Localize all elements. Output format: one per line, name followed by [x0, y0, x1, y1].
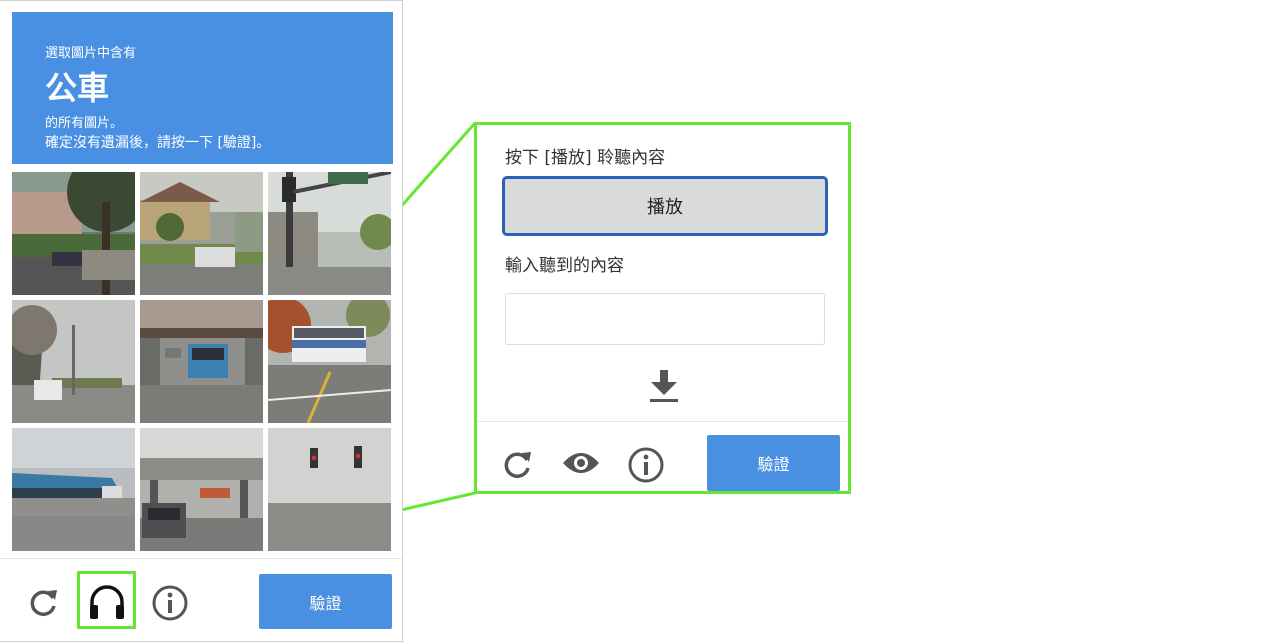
image-tile-7[interactable]: [12, 428, 135, 551]
captcha-prompt-header: 選取圖片中含有 公車 的所有圖片。 確定沒有遺漏後，請按一下 [驗證]。: [12, 12, 393, 164]
captcha-footer-divider: [0, 558, 402, 559]
prompt-intro: 選取圖片中含有: [45, 46, 137, 61]
image-tile-8[interactable]: [140, 428, 263, 551]
verify-button[interactable]: 驗證: [259, 574, 392, 629]
prompt-instruction: 確定沒有遺漏後，請按一下 [驗證]。: [45, 135, 271, 151]
answer-input[interactable]: [505, 293, 825, 345]
image-tile-5[interactable]: [140, 300, 263, 423]
image-tile-1[interactable]: [12, 172, 135, 295]
image-tile-2[interactable]: [140, 172, 263, 295]
image-captcha-widget: 選取圖片中含有 公車 的所有圖片。 確定沒有遺漏後，請按一下 [驗證]。 驗證: [0, 0, 403, 642]
eye-icon[interactable]: [561, 449, 601, 477]
audio-footer-divider: [477, 421, 848, 422]
image-tile-grid: [12, 172, 391, 551]
image-tile-3[interactable]: [268, 172, 391, 295]
audio-challenge-zoom-panel: 按下 [播放] 聆聽內容 播放 輸入聽到的內容 驗證: [474, 122, 851, 494]
prompt-suffix: 的所有圖片。: [45, 116, 124, 131]
prompt-target-word: 公車: [45, 69, 110, 107]
answer-input-label: 輸入聽到的內容: [505, 256, 624, 276]
image-tile-9[interactable]: [268, 428, 391, 551]
reload-icon[interactable]: [26, 585, 60, 619]
download-icon[interactable]: [647, 368, 681, 404]
info-icon[interactable]: [151, 584, 189, 622]
image-tile-4[interactable]: [12, 300, 135, 423]
reload-icon[interactable]: [500, 447, 534, 481]
verify-button[interactable]: 驗證: [707, 435, 840, 491]
headphones-highlight-box: [77, 571, 136, 629]
play-button[interactable]: 播放: [502, 176, 828, 236]
info-icon[interactable]: [627, 446, 665, 484]
play-instruction: 按下 [播放] 聆聽內容: [505, 148, 666, 168]
image-tile-6[interactable]: [268, 300, 391, 423]
